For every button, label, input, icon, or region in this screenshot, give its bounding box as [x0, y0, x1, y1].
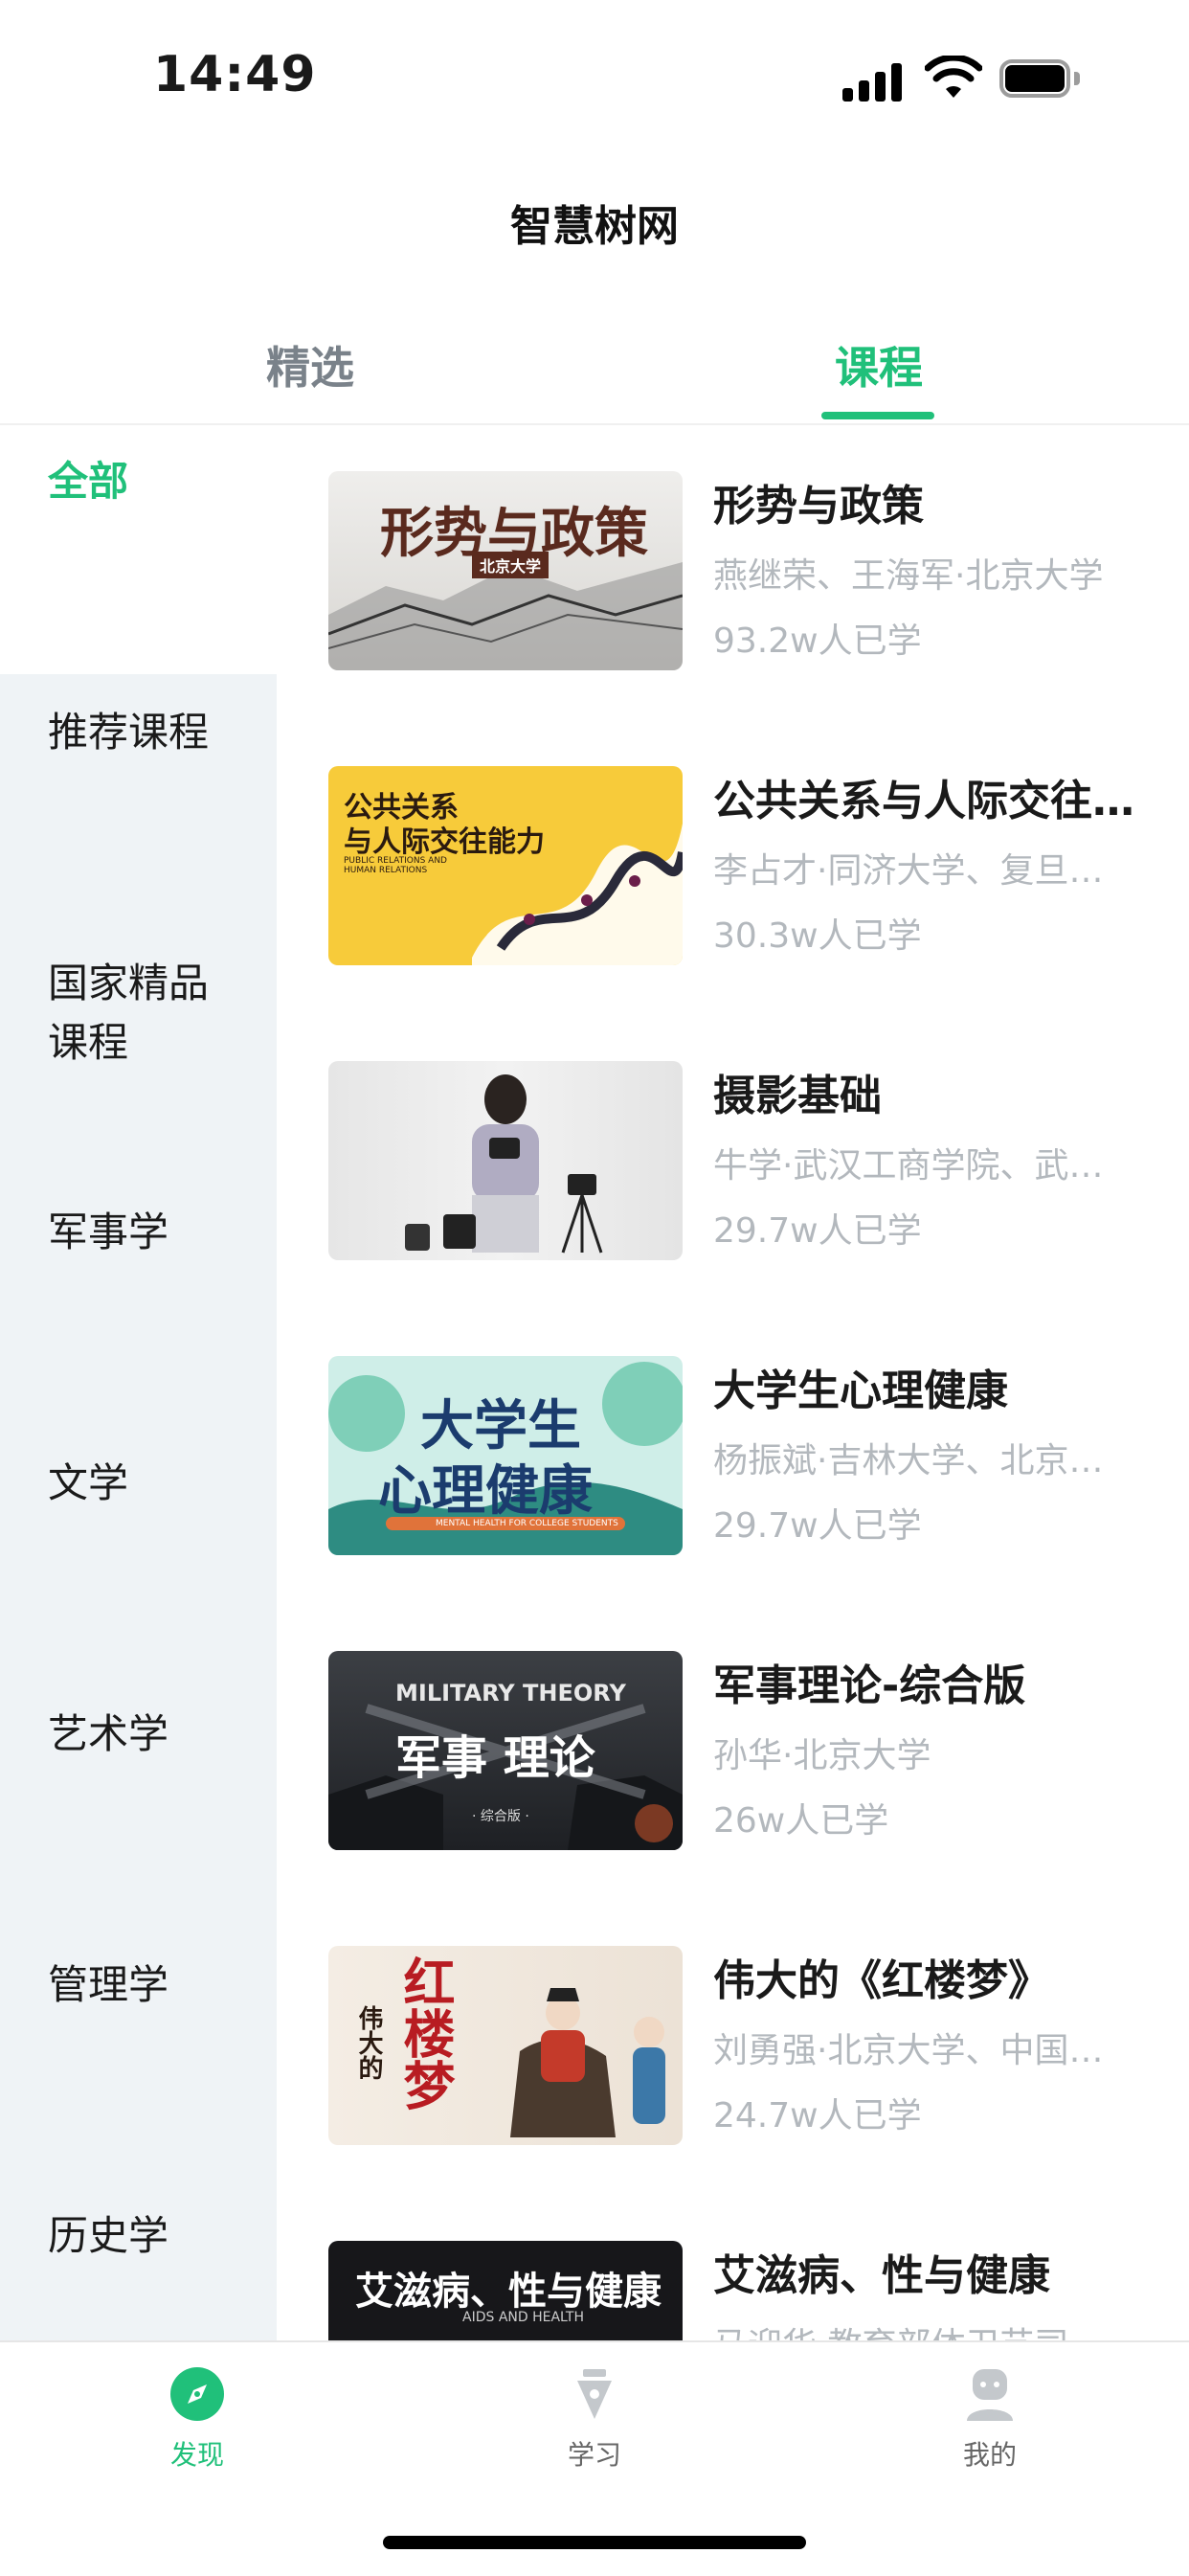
- course-thumbnail: MILITARY THEORY 军事 理论 · 综合版 ·: [328, 1651, 683, 1850]
- thumbnail-caption: MENTAL HEALTH FOR COLLEGE STUDENTS: [436, 1519, 618, 1528]
- thumbnail-subtitle: 与人际交往能力: [344, 825, 545, 859]
- course-item[interactable]: 形势与政策 北京大学 形势与政策 燕继荣、王海军·北京大学 93.2w人已学: [328, 471, 1133, 672]
- cellular-signal-icon: [842, 61, 904, 102]
- sidebar-item-all[interactable]: 全部: [0, 425, 277, 674]
- sidebar-item-national-quality[interactable]: 国家精品课程: [0, 954, 230, 1073]
- course-title: 形势与政策: [713, 482, 924, 531]
- course-learner-count: 29.7w人已学: [713, 1506, 922, 1546]
- status-time: 14:49: [153, 46, 317, 103]
- course-thumbnail: 伟大的 红楼梦: [328, 1946, 683, 2145]
- home-indicator: [383, 2536, 806, 2549]
- thumbnail-subtitle: 心理健康: [378, 1460, 593, 1523]
- page-title: 智慧树网: [510, 202, 679, 251]
- thumbnail-caption: · 综合版 ·: [472, 1809, 529, 1824]
- tab-featured[interactable]: 精选: [167, 333, 454, 396]
- bottom-tab-label: 我的: [962, 2439, 1017, 2471]
- course-thumbnail: 形势与政策 北京大学: [328, 471, 683, 670]
- bottom-tab-label: 学习: [567, 2439, 621, 2471]
- bottom-tab-discover[interactable]: 发现: [111, 2365, 283, 2473]
- course-thumbnail: [328, 1061, 683, 1260]
- photographer-illustration: [405, 1074, 603, 1254]
- course-teacher: 马迎华·教育部体卫艺司: [713, 2317, 1133, 2340]
- sidebar-item-history[interactable]: 历史学: [0, 2206, 277, 2266]
- thumbnail-subtitle: 伟大的: [354, 2005, 383, 2080]
- battery-icon: [999, 59, 1080, 98]
- thumbnail-badge: 北京大学: [472, 552, 550, 578]
- course-teacher: 燕继荣、王海军·北京大学: [713, 556, 1104, 596]
- sidebar-item-military[interactable]: 军事学: [0, 1203, 277, 1262]
- thumbnail-title: 红楼梦: [394, 1955, 456, 2111]
- bottom-tab-mine[interactable]: 我的: [904, 2365, 1076, 2473]
- course-title: 艾滋病、性与健康: [713, 2251, 1050, 2300]
- thumbnail-title: 艾滋病、性与健康: [355, 2270, 662, 2314]
- bottom-tab-label: 发现: [169, 2439, 224, 2471]
- course-thumbnail: 公共关系 与人际交往能力 PUBLIC RELATIONS AND HUMAN …: [328, 766, 683, 965]
- course-item[interactable]: 艾滋病、性与健康 AIDS AND HEALTH 艾滋病、性与健康 马迎华·教育…: [328, 2241, 1133, 2340]
- pen-nib-icon: [566, 2365, 623, 2423]
- sidebar-item-arts[interactable]: 艺术学: [0, 1705, 277, 1764]
- status-bar: 14:49: [0, 0, 1189, 144]
- course-title: 大学生心理健康: [713, 1367, 1008, 1415]
- course-thumbnail: 艾滋病、性与健康 AIDS AND HEALTH: [328, 2241, 683, 2340]
- course-title: 公共关系与人际交往能力: [713, 777, 1134, 825]
- course-item[interactable]: 公共关系 与人际交往能力 PUBLIC RELATIONS AND HUMAN …: [328, 766, 1134, 967]
- course-item[interactable]: MILITARY THEORY 军事 理论 · 综合版 · 军事理论-综合版 孙…: [328, 1651, 1133, 1852]
- sidebar-item-recommended[interactable]: 推荐课程: [0, 703, 277, 762]
- course-item[interactable]: 大学生 心理健康 MENTAL HEALTH FOR COLLEGE STUDE…: [328, 1356, 1134, 1557]
- course-learner-count: 93.2w人已学: [713, 621, 922, 661]
- tab-courses[interactable]: 课程: [735, 333, 1022, 396]
- tab-bar: 精选 课程: [0, 326, 1189, 425]
- compass-icon: [168, 2365, 226, 2423]
- course-title: 摄影基础: [713, 1072, 882, 1120]
- bottom-tab-study[interactable]: 学习: [508, 2365, 681, 2473]
- sidebar-item-literature[interactable]: 文学: [0, 1454, 277, 1513]
- course-teacher: 李占才·同济大学、复旦大学: [713, 851, 1134, 891]
- sidebar-item-management[interactable]: 管理学: [0, 1955, 277, 2015]
- category-sidebar: 全部 推荐课程 国家精品课程 军事学 文学 艺术学 管理学 历史学: [0, 425, 277, 2340]
- course-teacher: 牛学·武汉工商学院、武汉大学: [713, 1146, 1134, 1186]
- course-teacher: 孙华·北京大学: [713, 1736, 931, 1775]
- course-title: 伟大的《红楼梦》: [713, 1956, 1050, 2005]
- thumbnail-caption: PUBLIC RELATIONS AND HUMAN RELATIONS: [344, 856, 447, 875]
- course-learner-count: 30.3w人已学: [713, 916, 922, 956]
- thumbnail-title: MILITARY THEORY: [395, 1680, 626, 1706]
- course-learner-count: 24.7w人已学: [713, 2096, 922, 2135]
- course-teacher: 杨振斌·吉林大学、北京大学: [713, 1441, 1134, 1480]
- course-learner-count: 29.7w人已学: [713, 1211, 922, 1251]
- profile-icon: [961, 2365, 1019, 2423]
- course-item[interactable]: 伟大的 红楼梦 伟大的《红楼梦》 刘勇强·北京大学、中国人民大学 24.7w人已…: [328, 1946, 1134, 2147]
- active-tab-indicator: [821, 412, 934, 419]
- wifi-icon: [925, 56, 982, 98]
- thumbnail-caption: AIDS AND HEALTH: [462, 2310, 585, 2325]
- course-item[interactable]: 摄影基础 牛学·武汉工商学院、武汉大学 29.7w人已学: [328, 1061, 1134, 1262]
- course-title: 军事理论-综合版: [713, 1661, 1026, 1710]
- course-learner-count: 26w人已学: [713, 1801, 889, 1841]
- thumbnail-subtitle: 军事 理论: [395, 1731, 595, 1785]
- course-teacher: 刘勇强·北京大学、中国人民大学: [713, 2031, 1134, 2070]
- course-thumbnail: 大学生 心理健康 MENTAL HEALTH FOR COLLEGE STUDE…: [328, 1356, 683, 1555]
